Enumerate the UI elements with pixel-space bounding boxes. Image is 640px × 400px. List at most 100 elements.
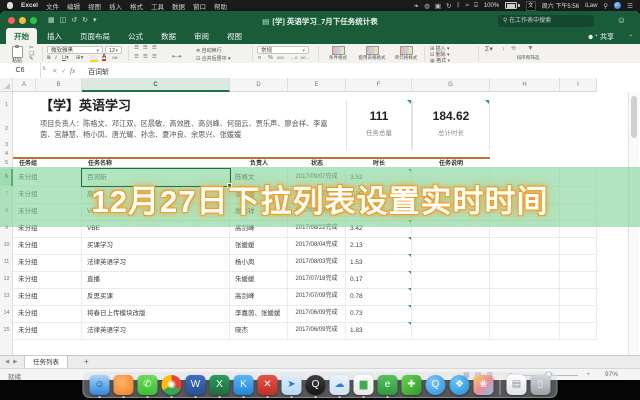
borders-button[interactable]: ⊞▾: [76, 55, 83, 61]
ribbon-tab-页面布局[interactable]: 页面布局: [72, 28, 118, 44]
clear-icon[interactable]: ⟲: [511, 46, 516, 52]
menu-ilaw[interactable]: iLaw: [585, 3, 597, 9]
select-all-corner[interactable]: [0, 78, 13, 92]
ribbon-tab-插入[interactable]: 插入: [39, 28, 70, 44]
column-header-D[interactable]: D: [230, 78, 288, 92]
dock-xmind-icon[interactable]: ✕: [258, 375, 278, 395]
selected-cell-outline[interactable]: [81, 168, 231, 187]
cell-status[interactable]: 2017/08/30完成: [288, 203, 346, 220]
menu-视图[interactable]: 视图: [88, 1, 101, 11]
font-size-select[interactable]: 12▾: [105, 46, 122, 54]
dock-photos-icon[interactable]: ❀: [474, 375, 494, 395]
cell-task[interactable]: 法律英语学习: [82, 322, 230, 339]
cleaner-icon[interactable]: ❧: [414, 2, 419, 10]
assistant-icon[interactable]: ◍: [424, 2, 430, 10]
row-number-11[interactable]: 11: [0, 254, 13, 271]
dock-app-store-icon[interactable]: [114, 375, 134, 395]
row-number-13[interactable]: 13: [0, 288, 13, 305]
cell-desc[interactable]: [412, 305, 490, 322]
cell-empty[interactable]: [560, 288, 597, 305]
dock-word-icon[interactable]: W: [186, 375, 206, 395]
insert-function-icon[interactable]: fx: [70, 66, 75, 75]
menu-插入[interactable]: 插入: [109, 1, 122, 11]
column-header-F[interactable]: F: [346, 78, 412, 92]
cell-status[interactable]: 2017/06/09完成: [288, 305, 346, 322]
merge-center-button[interactable]: ⊡ 合并后居中 ▾: [196, 55, 231, 62]
cell-owner[interactable]: 李嘉茵: [230, 186, 288, 203]
cell-styles-button[interactable]: 单元格样式: [386, 55, 426, 60]
cell-owner[interactable]: 高剑峰: [230, 220, 288, 237]
share-button[interactable]: ☻⁺ 共享: [587, 32, 614, 42]
cell-hours[interactable]: 2.13: [346, 237, 412, 254]
ribbon-tab-审阅[interactable]: 审阅: [186, 28, 217, 44]
zoom-percentage[interactable]: 97%: [605, 371, 618, 378]
cell-group[interactable]: 未分组: [13, 220, 82, 237]
cell-empty[interactable]: [560, 322, 597, 339]
row-number-3[interactable]: 3: [0, 140, 13, 150]
format-painter-icon[interactable]: ✎: [29, 56, 34, 62]
cell-desc[interactable]: [412, 322, 490, 339]
cell-hours[interactable]: 1.53: [346, 254, 412, 271]
dock-numbers-chart-icon[interactable]: ▆: [354, 375, 374, 395]
increase-decimal-icon[interactable]: ←.0: [290, 55, 297, 60]
vertical-scrollbar[interactable]: [628, 92, 639, 355]
cell-owner[interactable]: 陈格文: [230, 169, 288, 186]
cell-status[interactable]: 2017/06/09完成: [288, 322, 346, 339]
dock-keynote-icon[interactable]: K: [234, 375, 254, 395]
menu-文件[interactable]: 文件: [46, 1, 59, 11]
row-number-14[interactable]: 14: [0, 305, 13, 322]
dock-documents-stack-icon[interactable]: ▤: [507, 375, 527, 395]
row-number-5[interactable]: 5: [0, 158, 13, 169]
table-row[interactable]: 未分组直播朱媛媛2017/07/18完成0.17: [13, 271, 597, 289]
cancel-entry-icon[interactable]: ✕: [52, 67, 57, 75]
cell-group[interactable]: 未分组: [13, 186, 82, 203]
column-header-C[interactable]: C: [82, 78, 230, 92]
row-number-12[interactable]: 12: [0, 271, 13, 288]
cell-status[interactable]: 2017/08/04完成: [288, 237, 346, 254]
cell-group[interactable]: 未分组: [13, 322, 82, 339]
wrap-text-button[interactable]: ≣ 自动换行: [196, 47, 222, 54]
apple-menu-icon[interactable]: [7, 2, 13, 9]
cell-empty[interactable]: [560, 220, 597, 237]
dock-safari-icon[interactable]: ❖: [450, 375, 470, 395]
cell-status[interactable]: 2017/07/09完成: [288, 288, 346, 305]
menu-clock[interactable]: 周六 下午5:56: [542, 1, 579, 10]
row-number-6[interactable]: 6: [0, 169, 13, 186]
column-header-E[interactable]: E: [288, 78, 346, 92]
dock-excel-icon[interactable]: X: [210, 375, 230, 395]
cell-hours[interactable]: 0.78: [346, 288, 412, 305]
cell-hours[interactable]: 1.83: [346, 322, 412, 339]
menu-工具[interactable]: 工具: [151, 1, 164, 11]
cell-task[interactable]: VBE: [82, 220, 230, 237]
menu-编辑[interactable]: 编辑: [67, 1, 80, 11]
fill-down-icon[interactable]: ↓: [502, 46, 505, 52]
cell-desc[interactable]: [412, 237, 490, 254]
cell-desc[interactable]: [412, 220, 490, 237]
cell-empty[interactable]: [560, 305, 597, 322]
row-number-1[interactable]: 1: [0, 92, 13, 118]
horizontal-align-buttons[interactable]: ☰☰☰: [134, 54, 161, 60]
dock-thunder-icon[interactable]: ➤: [282, 375, 302, 395]
cell-status[interactable]: 2017/09/02完成: [288, 186, 346, 203]
cell-empty[interactable]: [490, 254, 560, 271]
cell-group[interactable]: 未分组: [13, 169, 82, 186]
dock-weiyun-icon[interactable]: ☁: [330, 375, 350, 395]
cell-task[interactable]: 将春日上传模块改版: [82, 305, 230, 322]
dock-finder-icon[interactable]: ☺: [90, 375, 110, 395]
row-number-10[interactable]: 10: [0, 237, 13, 254]
bold-button[interactable]: B: [47, 55, 51, 61]
table-row[interactable]: 未分组扇贝李嘉茵2017/09/02完成1.25: [13, 186, 597, 204]
italic-button[interactable]: I: [55, 55, 57, 61]
dock-qq-icon[interactable]: Q: [306, 375, 326, 395]
cell-group[interactable]: 未分组: [13, 288, 82, 305]
phonetic-button[interactable]: Aa: [112, 55, 118, 60]
table-row[interactable]: 未分组法律英语学习晓杰2017/06/09完成1.83: [13, 322, 597, 340]
table-row[interactable]: 未分组反思买课高剑峰2017/07/09完成0.78: [13, 288, 597, 306]
cell-desc[interactable]: [412, 288, 490, 305]
vertical-scrollbar-thumb[interactable]: [631, 96, 637, 138]
row-number-8[interactable]: 8: [0, 203, 13, 220]
cell-hours[interactable]: 1.25: [346, 186, 412, 203]
spotlight-icon[interactable]: ⚲: [603, 2, 608, 10]
menu-窗口[interactable]: 窗口: [193, 1, 206, 11]
cell-owner[interactable]: 杨小凤: [230, 254, 288, 271]
